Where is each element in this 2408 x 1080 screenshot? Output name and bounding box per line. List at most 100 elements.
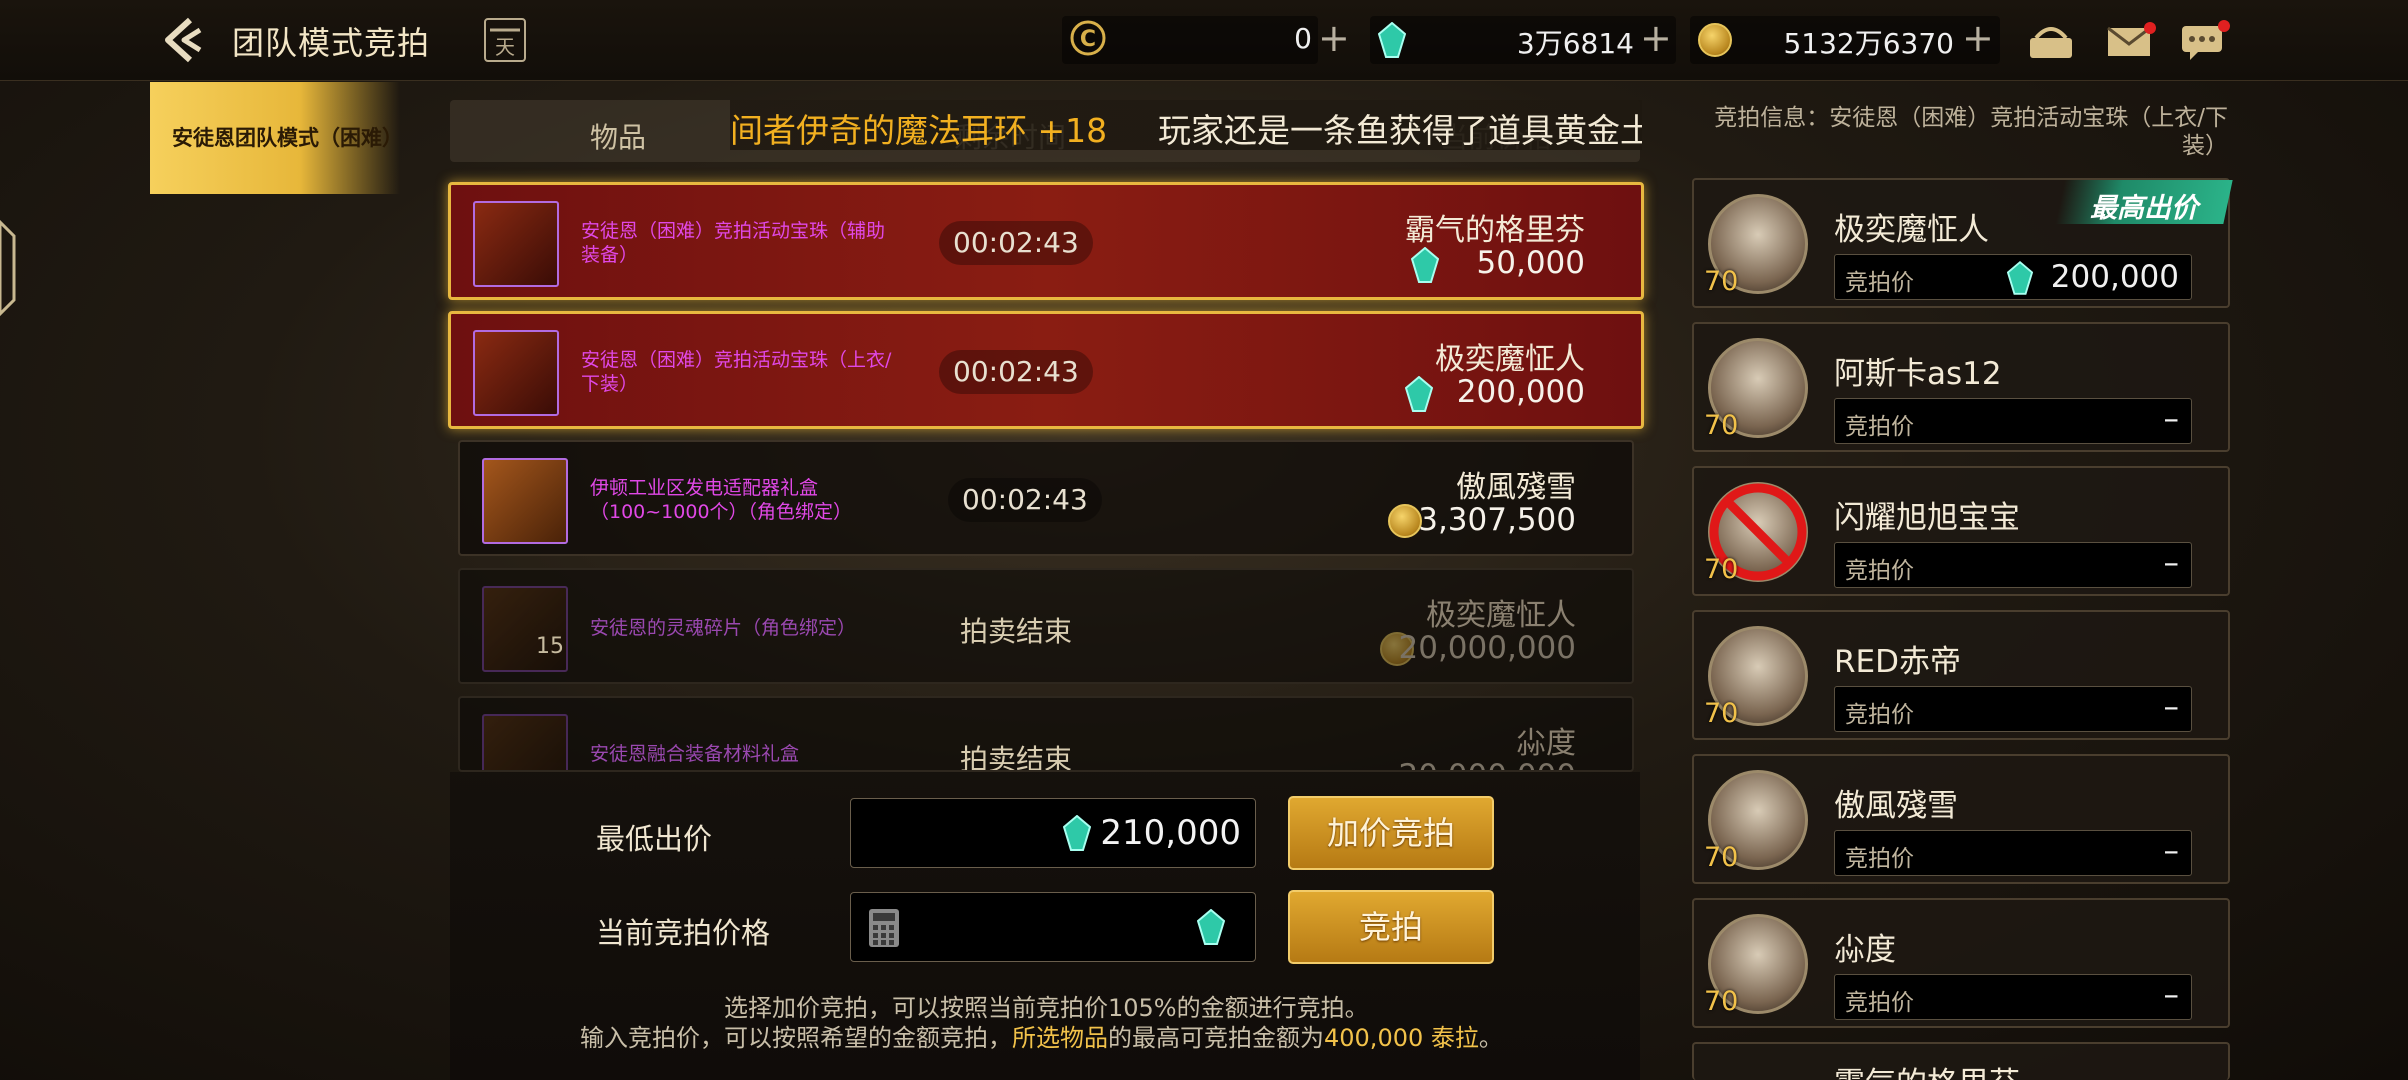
level-badge: 70: [1704, 842, 1739, 873]
item-name: 安徒恩的灵魂碎片（角色绑定）: [590, 617, 857, 639]
current-bidder: 傲風殘雪: [1456, 470, 1576, 505]
c-point-value: 0: [1294, 22, 1312, 55]
gem-value: 3万6814: [1516, 27, 1634, 60]
bid-amount-box: 竞拍价 –: [1834, 974, 2192, 1020]
bid-amount: –: [2163, 401, 2180, 437]
back-arrow-icon[interactable]: [160, 14, 212, 66]
svg-text:天: 天: [495, 35, 515, 59]
gem-add-button[interactable]: +: [1640, 18, 1672, 58]
bid-amount-box: 竞拍价 –: [1834, 542, 2192, 588]
current-price: 50,000: [1476, 245, 1585, 281]
bidder-name: RED赤帝: [1834, 644, 1961, 680]
bid-label: 竞拍价: [1845, 414, 1914, 440]
final-price: 20,000,000: [1398, 630, 1577, 666]
bid-amount: –: [2163, 689, 2180, 725]
item-name: 安徒恩（困难）竞拍活动宝珠（上衣/下装）: [581, 349, 892, 395]
auction-row-ended[interactable]: 安徒恩融合装备材料礼盒 拍卖结束 尛度 20,000,000: [458, 696, 1634, 772]
min-bid-label: 最低出价: [596, 822, 713, 856]
bid-label: 竞拍价: [1845, 702, 1914, 728]
current-bid-label: 当前竞拍价格: [596, 916, 771, 950]
calendar-icon[interactable]: 天: [484, 18, 526, 62]
bid-amount: –: [2163, 977, 2180, 1013]
mail-icon[interactable]: [2104, 20, 2158, 62]
bid-amount: –: [2163, 545, 2180, 581]
bid-amount-box: 竞拍价 200,000: [1834, 254, 2192, 300]
level-badge: 70: [1704, 698, 1739, 729]
material-box-item-icon: [482, 714, 568, 770]
svg-text:C: C: [1080, 27, 1096, 52]
chat-icon[interactable]: [2178, 18, 2232, 64]
bidder-card: 70 RED赤帝 竞拍价 –: [1692, 610, 2230, 740]
bid-button[interactable]: 竞拍: [1288, 890, 1494, 964]
gold-coin-icon: [1698, 23, 1732, 57]
current-price: 3,307,500: [1418, 502, 1576, 538]
raise-bid-button[interactable]: 加价竞拍: [1288, 796, 1494, 870]
item-name: 安徒恩（困难）竞拍活动宝珠（辅助装备）: [581, 220, 886, 266]
final-bidder: 极奕魔怔人: [1426, 598, 1576, 633]
bid-amount-box: 竞拍价 –: [1834, 398, 2192, 444]
top-bid-label: 最高出价: [2090, 193, 2198, 224]
gem-icon: [1063, 815, 1091, 851]
gold-coin-icon: [1388, 504, 1422, 538]
bidder-card: 70 阿斯卡as12 竞拍价 –: [1692, 322, 2230, 452]
calculator-icon[interactable]: [867, 907, 901, 949]
gold-value: 5132万6370: [1783, 27, 1954, 60]
orb-item-icon: [473, 201, 559, 287]
help-text-line-2: 输入竞拍价，可以按照希望的金额竞拍，所选物品的最高可竞拍金额为400,000 泰…: [580, 1024, 1503, 1052]
bid-label: 竞拍价: [1845, 558, 1914, 584]
raid-mode-tab-label: 安徒恩团队模式（困难）: [172, 126, 403, 150]
ticker-message-1: 间者伊奇的魔法耳环 +18: [730, 111, 1108, 150]
item-quantity: 15: [536, 634, 564, 659]
column-item: 物品: [590, 121, 647, 154]
gold-add-button[interactable]: +: [1962, 18, 1994, 58]
bid-amount: –: [2163, 833, 2180, 869]
remaining-time: 00:02:43: [939, 221, 1093, 265]
level-badge: 70: [1704, 986, 1739, 1017]
c-coin-icon: C: [1068, 18, 1108, 58]
bid-label: 竞拍价: [1845, 846, 1914, 872]
bidder-card: 70 傲風殘雪 竞拍价 –: [1692, 754, 2230, 884]
current-bidder: 极奕魔怔人: [1435, 342, 1585, 377]
orb-item-icon: [473, 330, 559, 416]
bidder-card: 霸气的格里芬: [1692, 1042, 2230, 1080]
bid-amount: 200,000: [2050, 259, 2179, 295]
bid-info-text: 竞拍信息：安徒恩（困难）竞拍活动宝珠（上衣/下装）: [1714, 105, 2228, 159]
c-point-add-button[interactable]: +: [1318, 18, 1350, 58]
bidder-name: 极奕魔怔人: [1834, 212, 1989, 248]
gem-icon: [1197, 909, 1225, 945]
bid-amount-box: 竞拍价 –: [1834, 686, 2192, 732]
current-price: 200,000: [1456, 374, 1585, 410]
auction-row[interactable]: 伊顿工业区发电适配器礼盒（100~1000个）（角色绑定） 00:02:43 傲…: [458, 440, 1634, 556]
auction-row[interactable]: 安徒恩（困难）竞拍活动宝珠（辅助装备） 00:02:43 霸气的格里芬 50,0…: [448, 182, 1644, 300]
auction-ended-status: 拍卖结束: [960, 615, 1073, 648]
shop-icon[interactable]: [2026, 20, 2076, 62]
current-bidder: 霸气的格里芬: [1405, 213, 1585, 248]
bidder-name: 傲風殘雪: [1834, 788, 1958, 824]
bidder-name: 闪耀旭旭宝宝: [1834, 500, 2020, 536]
item-name: 安徒恩融合装备材料礼盒: [590, 743, 800, 765]
page-title: 团队模式竞拍: [232, 24, 431, 62]
final-bidder: 尛度: [1516, 726, 1576, 761]
bid-amount-box: 竞拍价 –: [1834, 830, 2192, 876]
gem-icon: [1411, 247, 1439, 283]
remaining-time: 00:02:43: [939, 350, 1093, 394]
auction-ended-status: 拍卖结束: [960, 743, 1073, 772]
soul-fragment-item-icon: [482, 586, 568, 672]
item-name: 伊顿工业区发电适配器礼盒（100~1000个）（角色绑定）: [590, 477, 853, 523]
bid-amount-input[interactable]: [850, 892, 1256, 962]
bid-label: 竞拍价: [1845, 270, 1914, 296]
gift-box-item-icon: [482, 458, 568, 544]
side-handle-icon[interactable]: [0, 214, 20, 322]
bidder-name: 霸气的格里芬: [1834, 1058, 2020, 1080]
level-badge: 70: [1704, 266, 1739, 297]
gem-icon: [1405, 376, 1433, 412]
final-price: 20,000,000: [1399, 758, 1577, 770]
min-bid-field: 210,000: [850, 798, 1256, 868]
auction-row-ended[interactable]: 15 安徒恩的灵魂碎片（角色绑定） 拍卖结束 极奕魔怔人 20,000,000: [458, 568, 1634, 684]
bidder-name: 尛度: [1834, 932, 1896, 968]
bidder-card: 70 闪耀旭旭宝宝 竞拍价 –: [1692, 466, 2230, 596]
min-bid-value: 210,000: [1100, 813, 1241, 853]
gem-icon: [1378, 22, 1406, 58]
auction-row-selected[interactable]: 安徒恩（困难）竞拍活动宝珠（上衣/下装） 00:02:43 极奕魔怔人 200,…: [448, 311, 1644, 429]
announcement-ticker: 间者伊奇的魔法耳环 +18 玩家还是一条鱼获得了道具黄金土罐武: [730, 100, 1642, 150]
